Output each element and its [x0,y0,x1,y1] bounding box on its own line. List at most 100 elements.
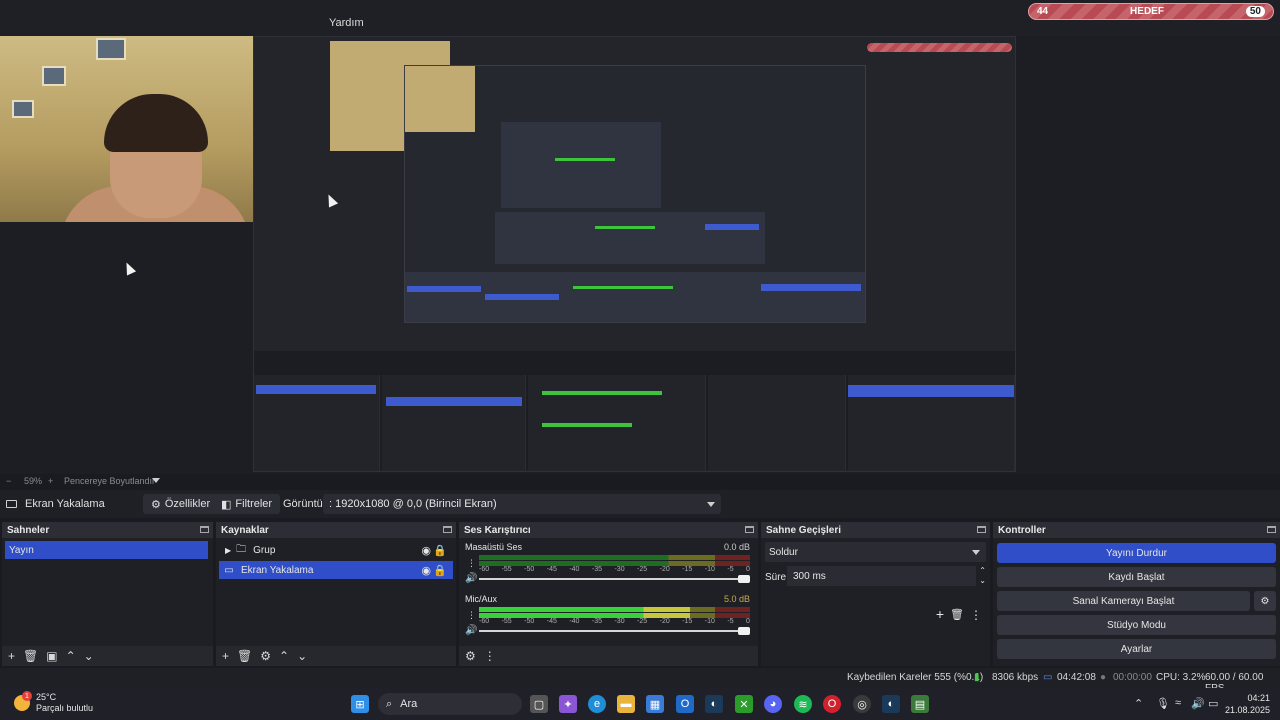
outlook-icon[interactable]: O [676,695,694,713]
scene-toolbar: + 🗑 ▣ ⌃ ⌄ [2,646,213,666]
display-select[interactable]: : 1920x1080 @ 0,0 (Birincil Ekran) [323,494,721,514]
gear-icon[interactable]: ⚙ [260,649,271,663]
wifi-icon[interactable]: ≈ [1175,697,1181,709]
volume-knob[interactable] [738,575,750,583]
edge-icon[interactable]: e [588,695,606,713]
undock-icon[interactable] [443,526,452,533]
undock-icon[interactable] [977,526,986,533]
volume-slider[interactable] [479,575,750,583]
xbox-icon[interactable]: ✕ [735,695,753,713]
gear-icon: ⚙ [1260,595,1270,607]
move-down-icon[interactable]: ⌄ [297,649,307,663]
windows-start-icon[interactable]: ⊞ [351,695,369,713]
lock-icon[interactable]: 🔒 [433,564,447,577]
start-virtual-camera-button[interactable]: Sanal Kamerayı Başlat [997,591,1250,611]
eye-icon[interactable]: ◉ [421,564,431,577]
dock-title: Kontroller [993,522,1280,538]
undock-icon[interactable] [200,526,209,533]
source-item-group[interactable]: ▶ 🗀 Grup ◉ 🔒 [219,541,453,559]
undock-icon[interactable] [745,526,754,533]
zoom-in-button[interactable]: + [48,476,53,486]
filters-button[interactable]: ◧ Filtreler [213,494,281,514]
tray-expand-icon[interactable]: ⌃ [1134,697,1143,710]
zoom-level: 59% [24,476,43,486]
meter-fill [479,607,691,612]
duration-input[interactable]: 300 ms [787,566,976,586]
volume-knob[interactable] [738,627,750,635]
copilot-icon[interactable]: ✦ [559,695,577,713]
studio-mode-button[interactable]: Stüdyo Modu [997,615,1276,635]
app-icon[interactable]: ▤ [911,695,929,713]
zoom-dropdown-icon[interactable] [152,478,160,483]
speaker-icon[interactable]: 🔊 [465,625,477,636]
weather-widget[interactable]: 1 25°C Parçalı bulutlu [14,691,93,714]
more-options-icon[interactable]: ⋮ [970,608,982,622]
add-icon[interactable]: + [8,649,15,663]
settings-button[interactable]: Ayarlar [997,639,1276,659]
filters-label: Filtreler [235,498,273,510]
volume-slider[interactable] [479,627,750,635]
trash-icon[interactable]: 🗑 [950,608,964,621]
trash-icon[interactable]: 🗑 [237,649,252,663]
channel-name: Masaüstü Ses [465,542,523,552]
system-clock[interactable]: 04:21 21.08.2025 [1225,692,1270,716]
channel-db: 5.0 dB [723,594,750,604]
speaker-icon[interactable]: 🔊 [465,573,477,584]
move-down-icon[interactable]: ⌄ [84,649,94,663]
meter-tick: -15 [682,566,693,573]
advanced-audio-icon[interactable]: ⚙ [465,649,476,663]
spotify-icon[interactable]: ≋ [794,695,812,713]
move-up-icon[interactable]: ⌃ [279,649,289,663]
obs-icon[interactable]: ◎ [853,695,871,713]
transitions-body: Soldur Süre 300 ms ⌃ ⌄ + 🗑 ⋮ [761,538,990,666]
store-icon[interactable]: ▦ [646,695,664,713]
channel-menu-icon[interactable]: ⋮ [467,558,476,569]
nested-preview [404,65,866,323]
mixer-menu-icon[interactable]: ⋮ [484,649,496,663]
menu-help[interactable]: Yardım [329,17,364,29]
taskbar-search[interactable]: ⌕ Ara [378,693,522,715]
zoom-out-button[interactable]: − [6,476,11,486]
fit-window-button[interactable]: Pencereye Boyutlandır [64,476,155,486]
level-meter [479,607,750,612]
scene-item[interactable]: Yayın [5,541,208,559]
volume-icon[interactable]: 🔊 [1191,697,1205,710]
undock-icon[interactable] [1267,526,1276,533]
add-icon[interactable]: + [936,606,944,622]
scene-filter-icon[interactable]: ▣ [46,649,57,663]
trash-icon[interactable]: 🗑 [23,649,38,663]
steam-icon[interactable]: ◐ [705,695,723,713]
expand-arrow-icon[interactable]: ▶ [225,546,231,555]
preview-canvas[interactable] [0,36,1280,474]
channel-menu-icon[interactable]: ⋮ [467,610,476,621]
microphone-icon[interactable]: 🎙 [1156,697,1170,710]
opera-icon[interactable]: O [823,695,841,713]
stop-streaming-button[interactable]: Yayını Durdur [997,543,1276,563]
meter-tick: -40 [569,566,580,573]
mixer-channel-desktop: Masaüstü Ses 0.0 dB ⋮ -60 -55 -50 -45 -40 -35… [463,542,752,592]
steam-icon-2[interactable]: ◐ [882,695,900,713]
battery-icon[interactable]: ▭ [1208,697,1218,710]
virtual-camera-settings-button[interactable]: ⚙ [1254,591,1276,611]
start-recording-button[interactable]: Kaydı Başlat [997,567,1276,587]
record-time: 00:00:00 [1113,672,1152,683]
source-list: ▶ 🗀 Grup ◉ 🔒 ▭ Ekran Yakalama ◉ 🔒 [216,538,456,646]
duration-stepper[interactable]: ⌃ ⌄ [979,566,986,586]
discord-icon[interactable]: ◕ [764,695,782,713]
screen-capture-preview [253,36,1016,472]
source-item-screen-capture[interactable]: ▭ Ekran Yakalama ◉ 🔒 [219,561,453,579]
lock-icon[interactable]: 🔒 [433,544,447,557]
nested-button [705,224,759,230]
meter-tick: -15 [682,618,693,625]
properties-button[interactable]: ⚙ Özellikler [143,494,219,514]
dropped-frames: Kaybedilen Kareler 555 (%0.1) [847,672,984,683]
eye-icon[interactable]: ◉ [421,544,431,557]
task-view-icon[interactable]: ▢ [530,695,548,713]
add-icon[interactable]: + [222,649,229,663]
transition-select[interactable]: Soldur [765,542,986,562]
move-up-icon[interactable]: ⌃ [66,649,76,663]
nested-meter [555,158,615,161]
nested-panel [254,375,380,471]
file-explorer-icon[interactable]: ▬ [617,695,635,713]
status-bar: Kaybedilen Kareler 555 (%0.1) ▮ 8306 kbp… [0,668,1280,694]
